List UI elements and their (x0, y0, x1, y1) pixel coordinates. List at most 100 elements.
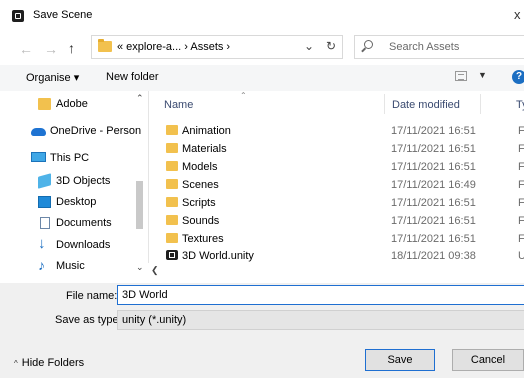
nav-item-label: OneDrive - Person (50, 125, 142, 137)
back-arrow-icon[interactable]: ← (19, 41, 33, 57)
file-date: 17/11/2021 16:51 (391, 233, 476, 245)
nav-item-label: Music (56, 260, 85, 272)
breadcrumb[interactable]: « explore-a... › Assets › (117, 41, 230, 53)
nav-item-adobe[interactable]: Adobe (0, 94, 140, 114)
folder-icon (166, 143, 178, 153)
file-row-models[interactable]: Models 17/11/2021 16:51 Fi (150, 158, 524, 176)
pane-divider[interactable] (148, 91, 149, 263)
window-title: Save Scene (33, 9, 93, 21)
view-options-icon[interactable] (455, 71, 467, 81)
help-icon[interactable]: ? (512, 70, 524, 84)
nav-item-music[interactable]: Music (0, 256, 140, 276)
file-row-textures[interactable]: Textures 17/11/2021 16:51 Fi (150, 230, 524, 248)
title-bar: Save Scene x (0, 0, 524, 32)
file-row-scenes[interactable]: Scenes 17/11/2021 16:49 Fi (150, 176, 524, 194)
file-type: Fi (518, 161, 524, 173)
file-date: 18/11/2021 09:38 (391, 250, 476, 262)
column-header-type[interactable]: Ty (516, 99, 524, 111)
hide-folders-label: Hide Folders (21, 357, 85, 369)
folder-icon (166, 233, 178, 243)
file-date: 17/11/2021 16:51 (391, 125, 476, 137)
nav-item-label: Documents (56, 217, 112, 229)
file-row-sounds[interactable]: Sounds 17/11/2021 16:51 Fi (150, 212, 524, 230)
organise-button[interactable]: Organise ▾ (26, 71, 79, 84)
chevron-down-icon[interactable]: ▼ (478, 70, 487, 80)
nav-item-onedrive[interactable]: OneDrive - Person (0, 121, 142, 141)
scroll-down-icon[interactable]: ⌄ (136, 262, 144, 273)
folder-icon (98, 39, 112, 52)
column-header-date[interactable]: Date modified (392, 99, 460, 111)
save-type-label: Save as type: (55, 314, 122, 326)
navigation-pane: Adobe OneDrive - Person This PC 3D Objec… (0, 91, 148, 273)
nav-item-label: This PC (50, 152, 90, 164)
search-placeholder: Search Assets (389, 41, 460, 53)
cancel-button[interactable]: Cancel (452, 349, 524, 371)
scroll-left-icon[interactable]: ❮ (151, 265, 159, 276)
onedrive-icon (31, 128, 46, 136)
downloads-icon (38, 235, 51, 252)
chevron-up-icon: ^ (14, 359, 18, 368)
unity-icon (12, 10, 24, 22)
file-name: Sounds (182, 215, 220, 227)
sort-indicator-icon: ⌃ (240, 91, 247, 100)
folder-icon (166, 215, 178, 225)
file-type: Fi (518, 179, 524, 191)
column-header-name[interactable]: Name (164, 99, 193, 111)
file-name-input[interactable]: 3D World (117, 285, 524, 305)
nav-item-label: 3D Objects (56, 175, 111, 187)
file-type: U (518, 250, 524, 262)
file-name: 3D World.unity (182, 250, 254, 262)
file-type: Fi (518, 215, 524, 227)
file-row-scripts[interactable]: Scripts 17/11/2021 16:51 Fi (150, 194, 524, 212)
address-bar[interactable]: « explore-a... › Assets › ⌄ ↻ (91, 35, 343, 59)
forward-arrow-icon[interactable]: → (44, 41, 58, 57)
desktop-icon (38, 196, 51, 208)
file-row-materials[interactable]: Materials 17/11/2021 16:51 Fi (150, 140, 524, 158)
column-divider[interactable] (480, 94, 481, 114)
unity-file-icon (166, 250, 178, 260)
nav-item-documents[interactable]: Documents (0, 213, 140, 233)
file-date: 17/11/2021 16:51 (391, 197, 476, 209)
file-row-3d-world[interactable]: 3D World.unity 18/11/2021 09:38 U (150, 247, 524, 265)
file-type: Fi (518, 143, 524, 155)
nav-item-this-pc[interactable]: This PC (0, 148, 140, 168)
3d-objects-icon (38, 173, 51, 189)
search-icon (364, 40, 373, 49)
pc-icon (31, 152, 46, 162)
folder-icon (166, 197, 178, 207)
nav-item-3d-objects[interactable]: 3D Objects (0, 171, 140, 191)
file-row-animation[interactable]: Animation 17/11/2021 16:51 Fi (150, 122, 524, 140)
nav-item-label: Downloads (56, 239, 111, 251)
save-button[interactable]: Save (365, 349, 435, 371)
file-date: 17/11/2021 16:51 (391, 161, 476, 173)
new-folder-button[interactable]: New folder (106, 71, 159, 83)
file-name: Animation (182, 125, 231, 137)
file-name: Scenes (182, 179, 219, 191)
search-input[interactable]: Search Assets (354, 35, 524, 59)
scroll-up-icon[interactable]: ⌃ (136, 93, 144, 104)
refresh-icon[interactable]: ↻ (326, 39, 336, 53)
nav-scrollbar[interactable]: ⌃ ⌄ (133, 91, 146, 272)
nav-item-label: Adobe (56, 98, 88, 110)
nav-item-desktop[interactable]: Desktop (0, 192, 140, 212)
file-name: Scripts (182, 197, 216, 209)
close-button[interactable]: x (514, 7, 521, 22)
save-type-select[interactable]: unity (*.unity) (117, 310, 524, 330)
nav-item-downloads[interactable]: Downloads (0, 235, 140, 255)
file-name: Models (182, 161, 218, 173)
file-date: 17/11/2021 16:51 (391, 143, 476, 155)
file-date: 17/11/2021 16:51 (391, 215, 476, 227)
hide-folders-toggle[interactable]: ^ Hide Folders (14, 357, 84, 369)
folder-icon (166, 161, 178, 171)
up-arrow-icon[interactable]: ↑ (68, 40, 75, 56)
file-name: Textures (182, 233, 224, 245)
column-divider[interactable] (384, 94, 385, 114)
scroll-thumb[interactable] (136, 181, 143, 229)
folder-icon (166, 179, 178, 189)
file-date: 17/11/2021 16:49 (391, 179, 476, 191)
file-name-label: File name: (66, 290, 118, 302)
chevron-down-icon[interactable]: ⌄ (304, 39, 314, 53)
nav-item-label: Desktop (56, 196, 97, 208)
folder-icon (38, 98, 51, 110)
file-name: Materials (182, 143, 227, 155)
